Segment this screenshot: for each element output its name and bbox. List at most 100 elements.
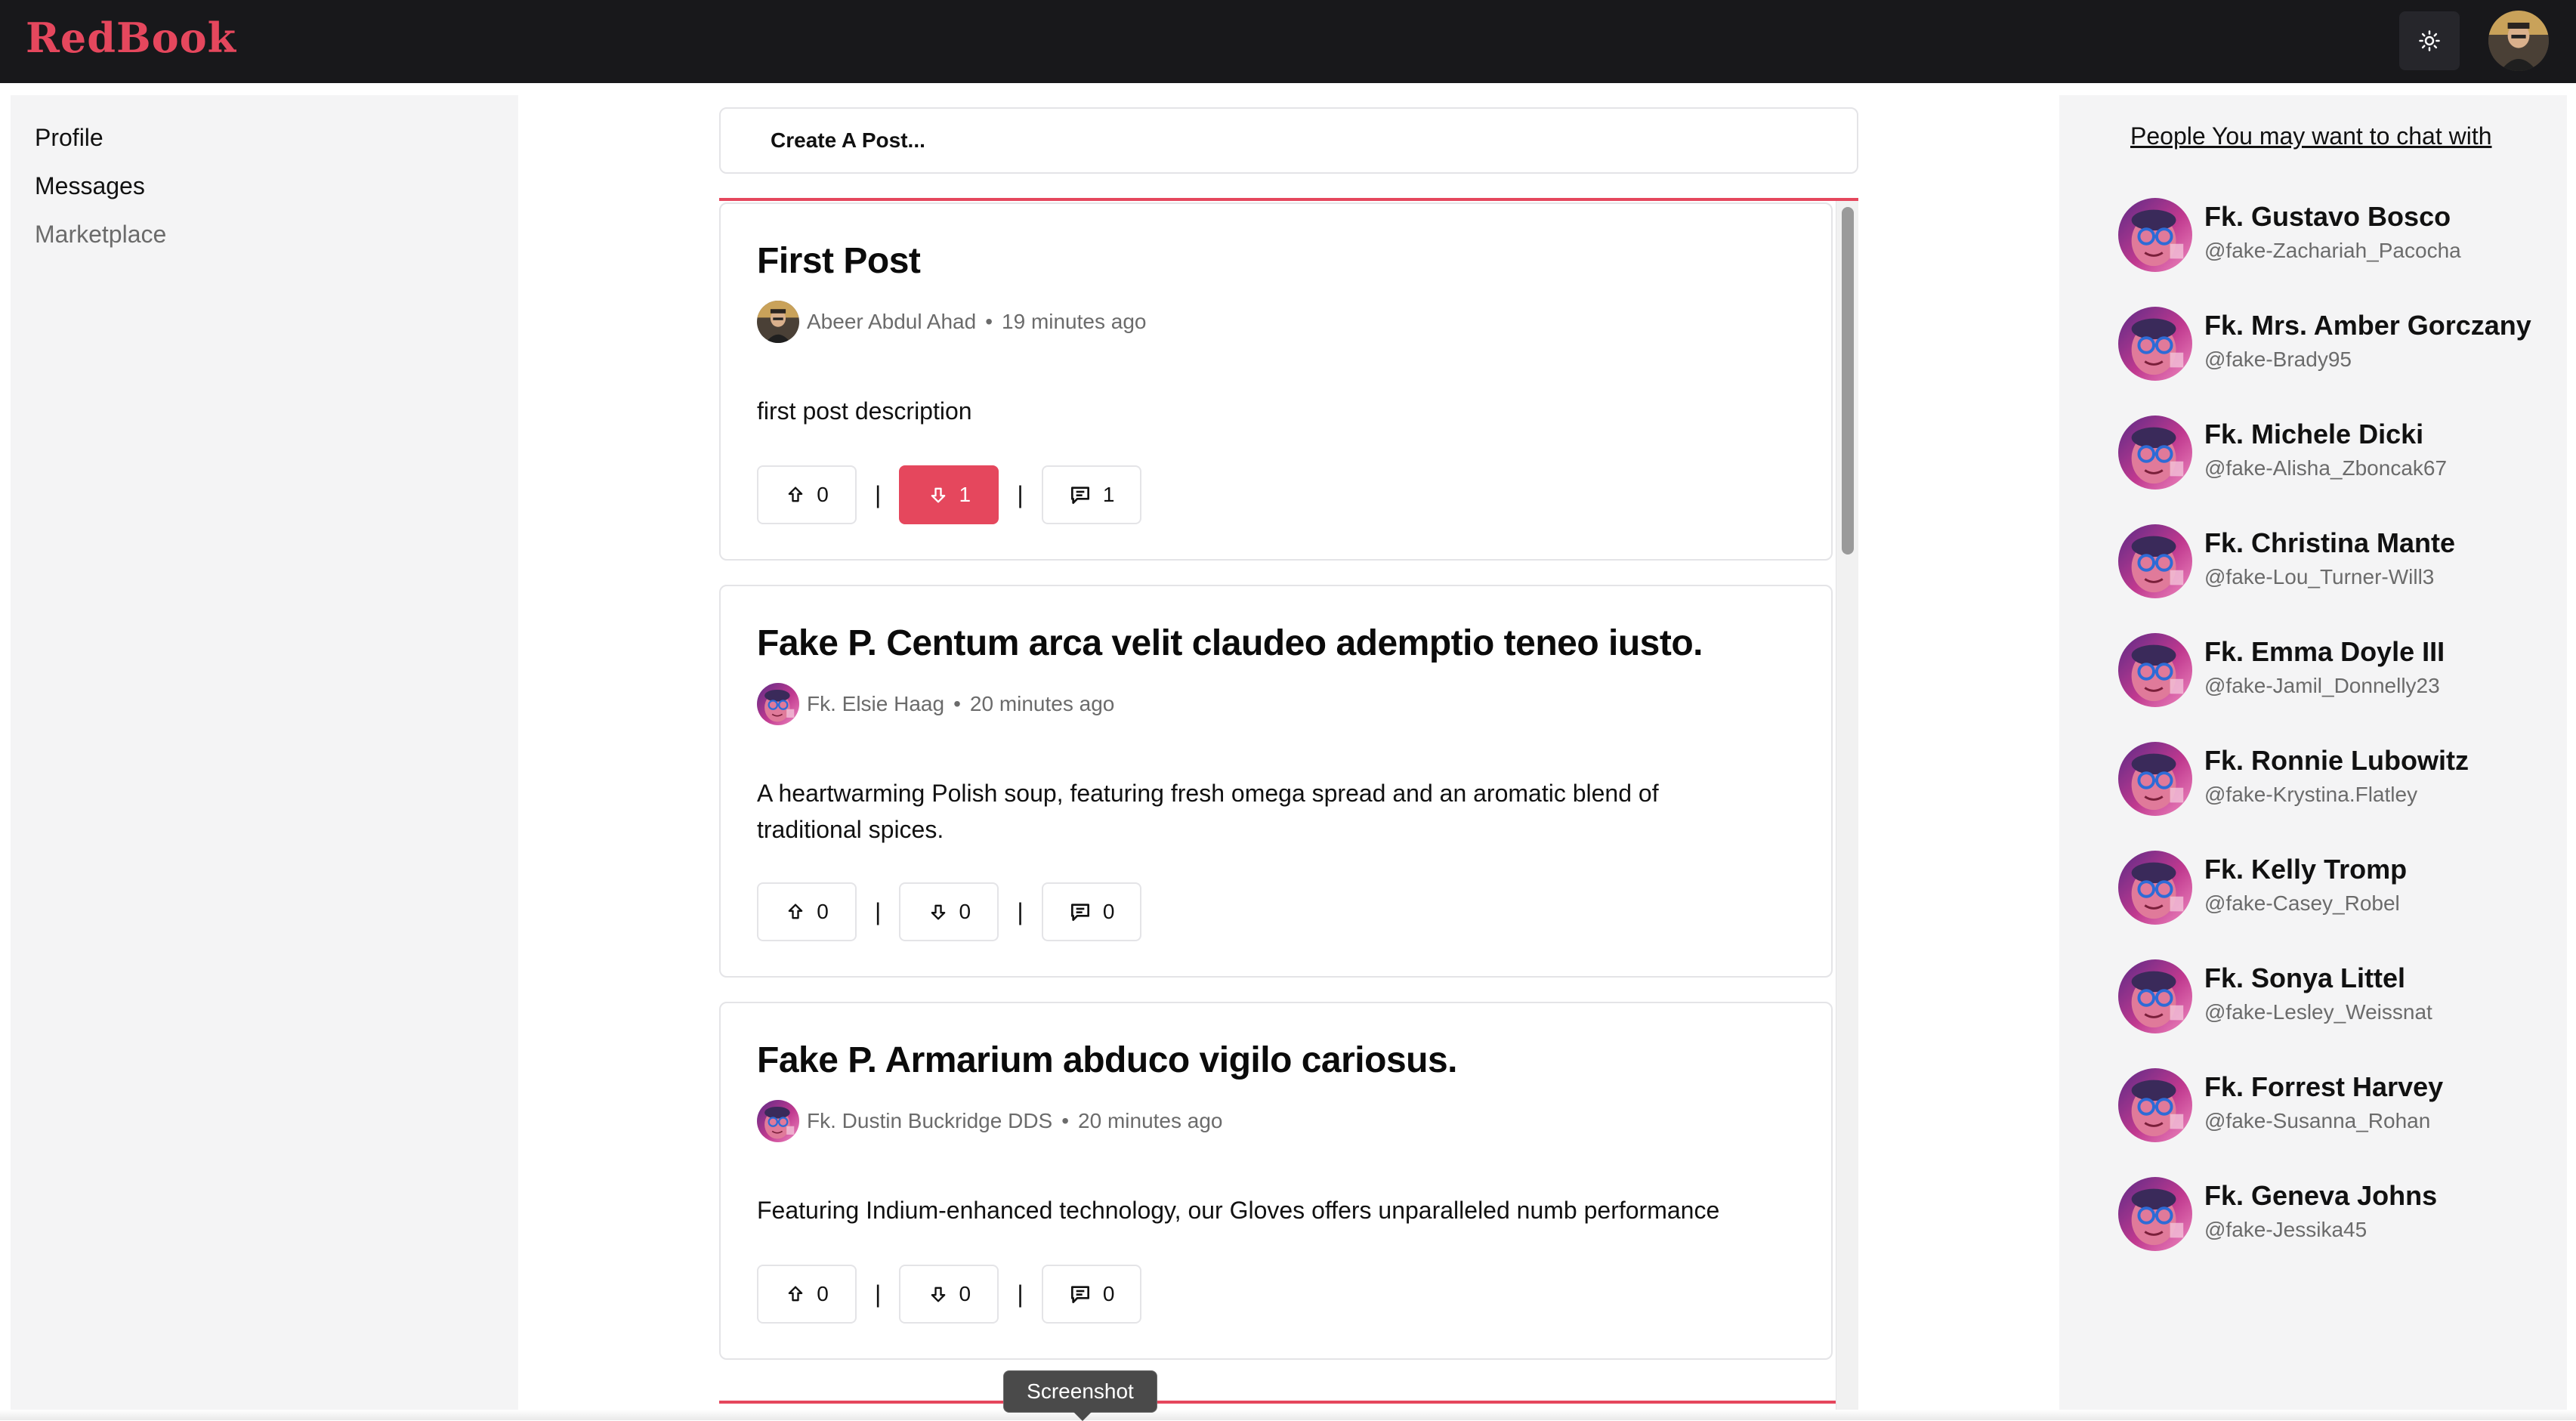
arrow-down-icon: [928, 901, 949, 922]
chat-suggestions-heading[interactable]: People You may want to chat with: [2130, 122, 2492, 150]
create-post-button[interactable]: Create A Post...: [719, 107, 1858, 174]
suggested-person[interactable]: Fk. Emma Doyle III @fake-Jamil_Donnelly2…: [2118, 633, 2564, 709]
suggested-person[interactable]: Fk. Mrs. Amber Gorczany @fake-Brady95: [2118, 307, 2564, 382]
post-meta: Fk. Elsie Haag • 20 minutes ago: [757, 683, 1114, 725]
downvote-button[interactable]: 0: [899, 882, 999, 941]
person-avatar[interactable]: [2118, 742, 2192, 816]
action-separator: |: [1017, 897, 1024, 925]
arrow-up-icon: [785, 484, 806, 505]
upvote-button[interactable]: 0: [757, 1265, 857, 1324]
feed-scrollbar[interactable]: [1836, 201, 1858, 1420]
post-title[interactable]: Fake P. Armarium abduco vigilo cariosus.: [757, 1039, 1458, 1081]
left-sidebar: Profile Messages Marketplace: [11, 95, 518, 1420]
sidebar-item-messages[interactable]: Messages: [35, 172, 145, 200]
meta-separator: •: [985, 310, 993, 333]
person-name[interactable]: Fk. Emma Doyle III: [2204, 636, 2445, 668]
sidebar-item-marketplace[interactable]: Marketplace: [35, 221, 166, 249]
action-separator: |: [875, 897, 882, 925]
upvote-button[interactable]: 0: [757, 882, 857, 941]
downvote-button[interactable]: 0: [899, 1265, 999, 1324]
post-description: A heartwarming Polish soup, featuring fr…: [757, 780, 1659, 843]
author-avatar[interactable]: [757, 683, 799, 725]
suggested-person[interactable]: Fk. Christina Mante @fake-Lou_Turner-Wil…: [2118, 524, 2564, 600]
post-title[interactable]: Fake P. Centum arca velit claudeo adempt…: [757, 622, 1703, 664]
post-card: Fake P. Armarium abduco vigilo cariosus.…: [719, 1002, 1833, 1360]
person-handle: @fake-Brady95: [2204, 348, 2352, 371]
next-post-divider: [719, 1401, 1858, 1404]
sidebar-item-profile[interactable]: Profile: [35, 124, 103, 152]
post-time: 19 minutes ago: [1002, 310, 1147, 333]
suggested-person[interactable]: Fk. Forrest Harvey @fake-Susanna_Rohan: [2118, 1068, 2564, 1144]
bottom-edge-shadow: [0, 1410, 2576, 1420]
person-handle: @fake-Alisha_Zboncak67: [2204, 456, 2448, 480]
downvote-button[interactable]: 1: [899, 465, 999, 524]
post-author[interactable]: Fk. Elsie Haag: [807, 692, 944, 716]
meta-separator: •: [953, 692, 961, 715]
arrow-up-icon: [785, 901, 806, 922]
comment-icon: [1068, 483, 1092, 507]
action-separator: |: [1017, 480, 1024, 508]
upvote-count: 0: [817, 1282, 829, 1305]
suggested-person[interactable]: Fk. Ronnie Lubowitz @fake-Krystina.Flatl…: [2118, 742, 2564, 817]
create-post-label: Create A Post...: [771, 128, 925, 152]
post-card: First Post Abeer Abdul Ahad • 19 minutes…: [719, 202, 1833, 561]
person-avatar[interactable]: [2118, 307, 2192, 381]
person-avatar[interactable]: [2118, 959, 2192, 1033]
user-avatar[interactable]: [2488, 11, 2549, 71]
person-avatar[interactable]: [2118, 633, 2192, 707]
suggested-person[interactable]: Fk. Kelly Tromp @fake-Casey_Robel: [2118, 851, 2564, 926]
post-actions: 0 | 0 | 0: [757, 882, 1141, 941]
person-handle: @fake-Susanna_Rohan: [2204, 1109, 2431, 1132]
person-name[interactable]: Fk. Geneva Johns: [2204, 1180, 2437, 1212]
comment-icon: [1068, 1282, 1092, 1306]
person-name[interactable]: Fk. Ronnie Lubowitz: [2204, 745, 2469, 777]
person-avatar[interactable]: [2118, 415, 2192, 490]
suggested-person[interactable]: Fk. Geneva Johns @fake-Jessika45: [2118, 1177, 2564, 1253]
post-author[interactable]: Abeer Abdul Ahad: [807, 310, 976, 334]
scrollbar-thumb[interactable]: [1842, 207, 1854, 554]
post-card: Fake P. Centum arca velit claudeo adempt…: [719, 585, 1833, 978]
person-name[interactable]: Fk. Michele Dicki: [2204, 419, 2423, 450]
post-author[interactable]: Fk. Dustin Buckridge DDS: [807, 1109, 1052, 1133]
comment-button[interactable]: 0: [1041, 882, 1141, 941]
author-avatar[interactable]: [757, 1100, 799, 1142]
theme-toggle-button[interactable]: [2399, 11, 2460, 70]
person-handle: @fake-Lou_Turner-Will3: [2204, 565, 2435, 588]
person-name[interactable]: Fk. Christina Mante: [2204, 527, 2455, 559]
suggested-person[interactable]: Fk. Sonya Littel @fake-Lesley_Weissnat: [2118, 959, 2564, 1035]
arrow-down-icon: [928, 484, 949, 505]
person-name[interactable]: Fk. Gustavo Bosco: [2204, 201, 2451, 233]
app-logo[interactable]: RedBook: [26, 14, 236, 62]
person-name[interactable]: Fk. Forrest Harvey: [2204, 1071, 2443, 1103]
action-separator: |: [1017, 1280, 1024, 1308]
comment-icon: [1068, 900, 1092, 924]
post-meta: Abeer Abdul Ahad • 19 minutes ago: [757, 301, 1146, 343]
post-feed: First Post Abeer Abdul Ahad • 19 minutes…: [719, 198, 1858, 1420]
action-separator: |: [875, 480, 882, 508]
suggested-person[interactable]: Fk. Gustavo Bosco @fake-Zachariah_Pacoch…: [2118, 198, 2564, 273]
person-name[interactable]: Fk. Mrs. Amber Gorczany: [2204, 310, 2531, 341]
person-avatar[interactable]: [2118, 1068, 2192, 1142]
downvote-count: 1: [959, 483, 971, 506]
post-description: first post description: [757, 397, 972, 425]
person-name[interactable]: Fk. Kelly Tromp: [2204, 854, 2407, 885]
person-handle: @fake-Zachariah_Pacocha: [2204, 239, 2461, 262]
person-avatar[interactable]: [2118, 198, 2192, 272]
post-actions: 0 | 0 | 0: [757, 1265, 1141, 1324]
suggested-person[interactable]: Fk. Michele Dicki @fake-Alisha_Zboncak67: [2118, 415, 2564, 491]
person-avatar[interactable]: [2118, 851, 2192, 925]
person-avatar[interactable]: [2118, 1177, 2192, 1251]
comment-button[interactable]: 0: [1041, 1265, 1141, 1324]
upvote-button[interactable]: 0: [757, 465, 857, 524]
author-avatar[interactable]: [757, 301, 799, 343]
arrow-down-icon: [928, 1284, 949, 1305]
person-handle: @fake-Lesley_Weissnat: [2204, 1000, 2432, 1024]
post-title[interactable]: First Post: [757, 240, 921, 282]
post-time: 20 minutes ago: [1078, 1109, 1223, 1132]
comment-button[interactable]: 1: [1041, 465, 1141, 524]
person-name[interactable]: Fk. Sonya Littel: [2204, 962, 2405, 994]
upvote-count: 0: [817, 900, 829, 923]
person-avatar[interactable]: [2118, 524, 2192, 598]
post-time: 20 minutes ago: [969, 692, 1115, 715]
post-actions: 0 | 1 | 1: [757, 465, 1141, 524]
